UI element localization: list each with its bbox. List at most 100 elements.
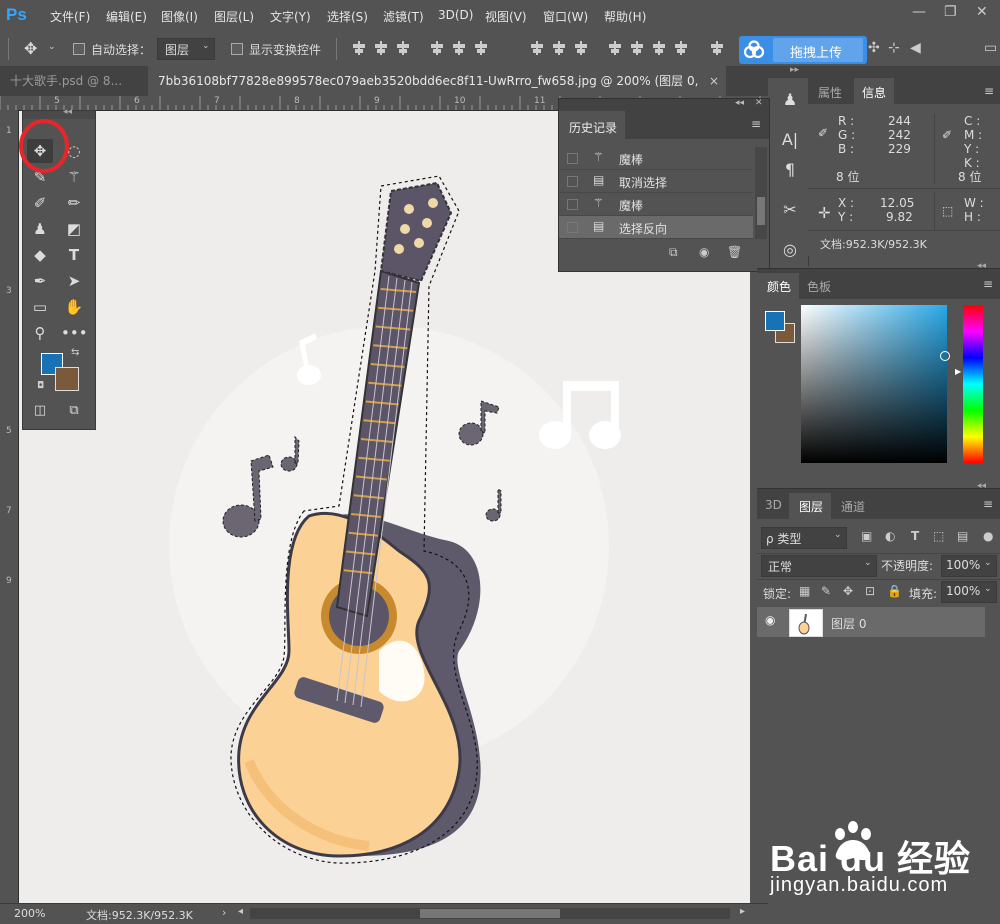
quick-mask-icon[interactable]: ◫ [27, 399, 53, 423]
default-colors-icon[interactable]: ◘ [37, 381, 44, 391]
chevron-down-icon[interactable]: ⌄ [48, 42, 56, 52]
lock-position-icon[interactable]: ✥ [843, 584, 853, 598]
auto-select-checkbox[interactable] [73, 43, 85, 58]
scroll-left-icon[interactable]: ◂ [238, 906, 243, 917]
panel-menu-icon[interactable]: ≡ [751, 117, 761, 131]
align-icon[interactable] [352, 41, 366, 55]
menu-filter[interactable]: 滤镜(T) [383, 8, 424, 25]
collapse-icon[interactable]: ◂◂ [977, 261, 986, 271]
swap-colors-icon[interactable]: ⇆ [71, 347, 79, 358]
tab-info[interactable]: 信息 [862, 84, 886, 101]
panel-menu-icon[interactable]: ≡ [983, 497, 993, 511]
paint-bucket-tool-icon[interactable]: ◆ [27, 243, 53, 267]
layer-row[interactable]: ◉ 图层 0 [757, 607, 985, 637]
magic-wand-tool-icon[interactable]: ⚚ [61, 165, 87, 189]
tab-3d[interactable]: 3D [765, 498, 782, 512]
zoom-tool-icon[interactable]: ⚲ [27, 321, 53, 345]
hand-tool-icon[interactable]: ✋ [61, 295, 87, 319]
3d-orbit-icon[interactable]: ✣ [868, 40, 880, 56]
auto-select-dropdown[interactable]: 图层 ⌄ [157, 38, 215, 60]
path-select-tool-icon[interactable]: ➤ [61, 269, 87, 293]
menu-type[interactable]: 文字(Y) [270, 8, 311, 25]
lock-pixels-icon[interactable]: ✎ [821, 584, 831, 598]
chevron-right-icon[interactable]: › [222, 906, 226, 919]
tab-document-2[interactable]: 7bb36108bf77828e899578ec079aeb3520bdd6ec… [148, 66, 726, 118]
camera-icon[interactable]: ◉ [699, 245, 709, 259]
align-icon[interactable] [396, 41, 410, 55]
menu-edit[interactable]: 编辑(E) [106, 8, 147, 25]
align-icon[interactable] [552, 41, 566, 55]
foreground-color-swatch[interactable] [765, 311, 785, 331]
3d-video-icon[interactable]: ◀ [910, 40, 921, 56]
libraries-icon[interactable]: ◎ [779, 240, 801, 262]
pen-tool-icon[interactable]: ✒ [27, 269, 53, 293]
blend-mode-dropdown[interactable]: 正常 ⌄ [761, 555, 877, 577]
paragraph-icon[interactable]: ¶ [779, 160, 801, 182]
lock-all-icon[interactable]: 🔒 [887, 584, 902, 598]
eraser-tool-icon[interactable]: ◩ [61, 217, 87, 241]
opacity-input[interactable]: 100% ⌄ [941, 555, 997, 577]
history-item[interactable]: ▤ 取消选择 [559, 170, 753, 193]
menu-layer[interactable]: 图层(L) [214, 8, 254, 25]
stamp-icon[interactable]: ♟ [779, 90, 801, 112]
rectangle-tool-icon[interactable]: ▭ [27, 295, 53, 319]
menu-view[interactable]: 视图(V) [485, 8, 527, 25]
tools-icon[interactable]: ✂ [779, 200, 801, 222]
filter-toggle-icon[interactable]: ● [983, 529, 993, 543]
align-icon[interactable] [652, 41, 666, 55]
align-icon[interactable] [574, 41, 588, 55]
tab-layers[interactable]: 图层 [799, 498, 823, 515]
scroll-right-icon[interactable]: ▸ [740, 906, 745, 917]
menu-3d[interactable]: 3D(D) [438, 8, 473, 22]
zoom-level[interactable]: 200% [14, 907, 45, 920]
menu-select[interactable]: 选择(S) [327, 8, 368, 25]
history-tab[interactable]: 历史记录 [569, 119, 617, 136]
character-icon[interactable]: A| [779, 130, 801, 152]
align-icon[interactable] [374, 41, 388, 55]
tab-channels[interactable]: 通道 [841, 498, 865, 515]
panel-menu-icon[interactable]: ≡ [984, 84, 994, 98]
trash-icon[interactable]: 🗑 [727, 245, 742, 259]
color-picker-field[interactable] [801, 305, 950, 463]
align-icon[interactable] [608, 41, 622, 55]
history-item[interactable]: ⚚ 魔棒 [559, 193, 753, 216]
filter-type-icon[interactable]: T [911, 529, 919, 543]
filter-adjustment-icon[interactable]: ◐ [885, 529, 895, 543]
eyedropper-tool-icon[interactable]: ✐ [27, 191, 53, 215]
collapse-icon[interactable]: ◂◂ [63, 107, 72, 117]
stamp-tool-icon[interactable]: ♟ [27, 217, 53, 241]
background-color-swatch[interactable] [55, 367, 79, 391]
type-tool-icon[interactable]: T [61, 243, 87, 267]
align-icon[interactable] [474, 41, 488, 55]
filter-pixel-icon[interactable]: ▣ [861, 529, 872, 543]
restore-button[interactable]: ❐ [944, 4, 957, 20]
collapse-icon[interactable]: ◂◂ [977, 481, 986, 491]
minimize-button[interactable]: — [912, 4, 926, 20]
history-item-selected[interactable]: ▤ 选择反向 [559, 216, 753, 239]
menu-image[interactable]: 图像(I) [161, 8, 198, 25]
close-icon[interactable]: ✕ [755, 98, 763, 108]
brush-tool-icon[interactable]: ✏ [61, 191, 87, 215]
align-icon[interactable] [452, 41, 466, 55]
filter-smart-object-icon[interactable]: ▤ [957, 529, 968, 543]
tab-swatches[interactable]: 色板 [807, 278, 831, 295]
menu-help[interactable]: 帮助(H) [604, 8, 646, 25]
fill-input[interactable]: 100% ⌄ [941, 581, 997, 603]
expand-icon[interactable]: ▸▸ [790, 65, 799, 75]
tab-color[interactable]: 颜色 [767, 278, 791, 295]
lock-artboard-icon[interactable]: ⊡ [865, 584, 875, 598]
tab-properties[interactable]: 属性 [818, 84, 842, 101]
3d-pan-icon[interactable]: ⊹ [888, 40, 900, 56]
menu-file[interactable]: 文件(F) [50, 8, 90, 25]
hue-slider[interactable] [963, 305, 983, 463]
horizontal-scrollbar[interactable] [250, 908, 730, 919]
screen-mode-icon[interactable]: ⧉ [61, 399, 87, 423]
align-icon[interactable] [530, 41, 544, 55]
show-transform-checkbox[interactable] [231, 43, 243, 58]
lock-transparent-icon[interactable]: ▦ [799, 584, 810, 598]
menu-window[interactable]: 窗口(W) [543, 8, 588, 25]
history-scrollbar[interactable] [755, 147, 767, 239]
align-icon[interactable] [630, 41, 644, 55]
panel-menu-icon[interactable]: ≡ [983, 277, 993, 291]
align-icon[interactable] [674, 41, 688, 55]
